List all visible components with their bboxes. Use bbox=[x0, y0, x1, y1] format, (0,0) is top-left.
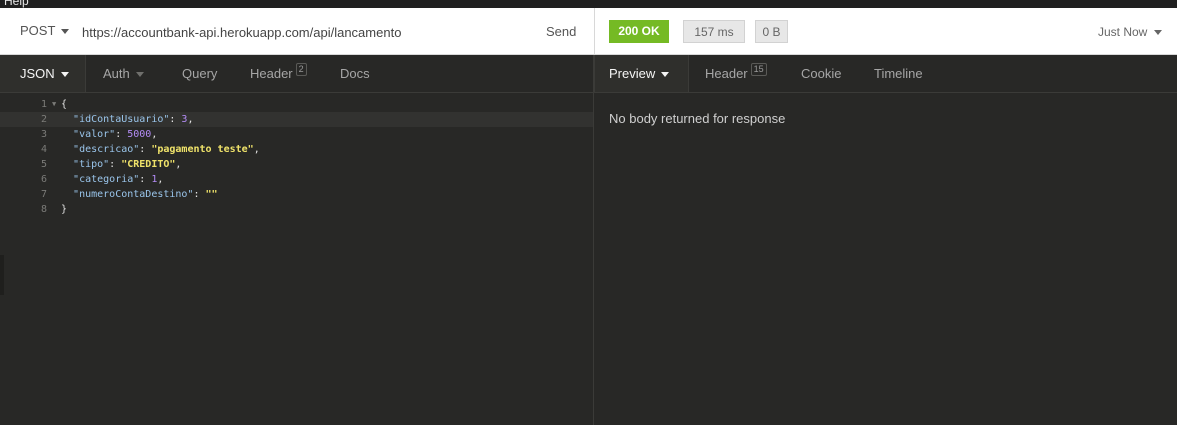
tab-divider bbox=[688, 55, 689, 92]
response-time-badge: 157 ms bbox=[683, 20, 745, 43]
response-tabs: Preview Header 15 Cookie Timeline bbox=[594, 55, 1177, 93]
code-line: "valor": 5000, bbox=[73, 129, 158, 140]
tab-docs[interactable]: Docs bbox=[340, 55, 370, 92]
status-badge: 200 OK bbox=[609, 20, 669, 43]
line-number: 8 bbox=[40, 204, 47, 215]
tab-label: Timeline bbox=[874, 66, 923, 81]
chevron-down-icon[interactable] bbox=[61, 29, 69, 34]
line-number: 7 bbox=[40, 189, 47, 200]
json-value: "" bbox=[205, 189, 218, 200]
tab-label: Cookie bbox=[801, 66, 842, 81]
code-line: "categoria": 1, bbox=[73, 174, 164, 185]
pane-splitter[interactable] bbox=[593, 55, 594, 425]
line-number: 2 bbox=[40, 114, 47, 125]
send-button[interactable]: Send bbox=[546, 24, 576, 39]
request-body-editor[interactable]: 1 ▼ { 2 "idContaUsuario": 3, 3 "valor": 5… bbox=[0, 93, 593, 425]
json-key: "descricao" bbox=[73, 144, 140, 155]
tab-response-header[interactable]: Header 15 bbox=[705, 55, 767, 92]
line-number: 5 bbox=[40, 159, 47, 170]
menu-help[interactable]: Help bbox=[4, 0, 29, 8]
response-size-badge: 0 B bbox=[755, 20, 788, 43]
code-line: "idContaUsuario": 3, bbox=[73, 114, 194, 125]
code-line: "numeroContaDestino": "" bbox=[73, 189, 218, 200]
tab-timeline[interactable]: Timeline bbox=[874, 55, 923, 92]
response-empty-message: No body returned for response bbox=[609, 111, 786, 126]
tab-json[interactable]: JSON bbox=[0, 55, 85, 92]
request-url-bar: POST Send bbox=[0, 8, 594, 55]
method-selector[interactable]: POST bbox=[20, 23, 55, 38]
tab-label: Header bbox=[705, 66, 748, 81]
json-key: "numeroContaDestino" bbox=[73, 189, 194, 200]
line-number: 3 bbox=[40, 129, 47, 140]
response-status-bar: 200 OK 157 ms 0 B Just Now bbox=[594, 8, 1177, 55]
tab-label: Auth bbox=[103, 66, 130, 81]
json-key: "tipo" bbox=[73, 159, 110, 170]
tab-divider bbox=[85, 55, 86, 92]
tab-auth[interactable]: Auth bbox=[103, 55, 144, 92]
chevron-down-icon bbox=[661, 72, 670, 78]
json-value: "CREDITO" bbox=[121, 159, 176, 170]
chevron-down-icon bbox=[135, 72, 144, 78]
code-line: } bbox=[61, 204, 68, 215]
tab-label: Header bbox=[250, 66, 293, 81]
json-key: "categoria" bbox=[73, 174, 140, 185]
history-dropdown[interactable]: Just Now bbox=[1098, 25, 1147, 39]
line-number: 6 bbox=[40, 174, 47, 185]
pane-edge bbox=[0, 255, 4, 295]
json-value: 5000 bbox=[127, 129, 152, 140]
fold-arrow-icon[interactable]: ▼ bbox=[52, 100, 56, 108]
json-key: "idContaUsuario" bbox=[73, 114, 170, 125]
code-line: { bbox=[61, 99, 68, 110]
json-key: "valor" bbox=[73, 129, 116, 140]
chevron-down-icon[interactable] bbox=[1154, 30, 1162, 35]
tab-preview[interactable]: Preview bbox=[595, 55, 688, 92]
menu-bar: Help bbox=[0, 0, 1177, 8]
tab-label: Query bbox=[182, 66, 218, 81]
tab-label: Preview bbox=[609, 66, 656, 81]
line-number: 4 bbox=[40, 144, 47, 155]
url-input[interactable] bbox=[82, 21, 522, 43]
tab-label: Docs bbox=[340, 66, 370, 81]
json-value: "pagamento teste" bbox=[151, 144, 254, 155]
chevron-down-icon bbox=[60, 72, 69, 78]
header-count-badge: 15 bbox=[750, 63, 767, 76]
code-line: "descricao": "pagamento teste", bbox=[73, 144, 260, 155]
code-line: "tipo": "CREDITO", bbox=[73, 159, 182, 170]
tab-query[interactable]: Query bbox=[182, 55, 217, 92]
tab-label: JSON bbox=[20, 66, 55, 81]
tab-header[interactable]: Header 2 bbox=[250, 55, 307, 92]
request-tabs: JSON Auth Query Header 2 Docs bbox=[0, 55, 593, 93]
header-count-badge: 2 bbox=[295, 63, 307, 76]
tab-cookie[interactable]: Cookie bbox=[801, 55, 841, 92]
line-number: 1 ▼ bbox=[40, 99, 57, 110]
